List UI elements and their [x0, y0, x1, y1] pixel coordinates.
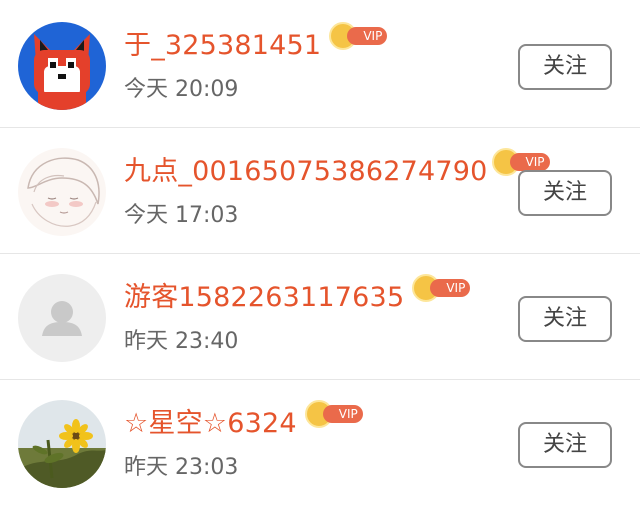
vip-label: VIP [509, 153, 550, 171]
vip-label: VIP [322, 405, 363, 423]
list-item[interactable]: 九点_00165075386274790 VIP 今天 17:03 关注 [0, 128, 640, 254]
follow-button[interactable]: 关注 [518, 422, 612, 468]
follower-list: 于_325381451 VIP 今天 20:09 关注 九点_0016507538… [0, 0, 640, 492]
user-name[interactable]: 于_325381451 [124, 26, 321, 66]
user-name-line: 九点_00165075386274790 VIP [124, 148, 550, 192]
list-item[interactable]: 于_325381451 VIP 今天 20:09 关注 [0, 2, 640, 128]
timestamp: 昨天 23:40 [124, 329, 239, 354]
vip-badge: VIP [304, 400, 363, 428]
anime-avatar[interactable] [18, 148, 106, 236]
vip-badge: VIP [329, 22, 388, 50]
list-item[interactable]: ☆星空☆6324 VIP 昨天 23:03 关注 [0, 380, 640, 506]
timestamp: 今天 17:03 [124, 203, 239, 228]
vip-label: VIP [430, 279, 471, 297]
user-name[interactable]: ☆星空☆6324 [124, 404, 297, 444]
user-name[interactable]: 九点_00165075386274790 [124, 152, 488, 192]
follow-button[interactable]: 关注 [518, 44, 612, 90]
user-name-line: 于_325381451 VIP [124, 22, 388, 66]
follow-button[interactable]: 关注 [518, 170, 612, 216]
list-item[interactable]: 游客1582263117635 VIP 昨天 23:40 关注 [0, 254, 640, 380]
user-name-line: ☆星空☆6324 VIP [124, 400, 363, 444]
follow-button[interactable]: 关注 [518, 296, 612, 342]
default-user-avatar[interactable] [18, 274, 106, 362]
timestamp: 昨天 23:03 [124, 455, 239, 480]
user-name-line: 游客1582263117635 VIP [124, 274, 471, 318]
timestamp: 今天 20:09 [124, 77, 239, 102]
sunflower-avatar[interactable] [18, 400, 106, 488]
user-name[interactable]: 游客1582263117635 [124, 278, 404, 318]
fox-avatar[interactable] [18, 22, 106, 110]
vip-label: VIP [347, 27, 388, 45]
vip-badge: VIP [412, 274, 471, 302]
